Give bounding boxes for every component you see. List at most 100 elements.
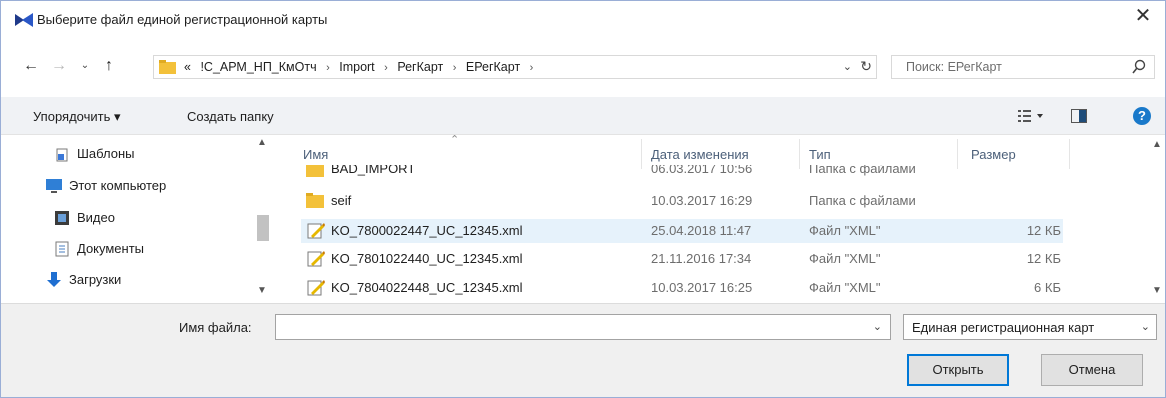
breadcrumb-item[interactable]: ЕРегКарт bbox=[466, 60, 520, 74]
folder-icon bbox=[159, 60, 176, 74]
search-box[interactable]: Поиск: ЕРегКарт bbox=[891, 55, 1155, 79]
file-date: 25.04.2018 11:47 bbox=[651, 223, 752, 238]
navigation-bar: ← → ⌄ ↑ « !С_АРМ_НП_КмОтч › Import › Рег… bbox=[1, 49, 1165, 85]
sidebar-item-label: Документы bbox=[77, 241, 145, 256]
breadcrumb-item[interactable]: !С_АРМ_НП_КмОтч bbox=[200, 60, 316, 74]
breadcrumb-item[interactable]: РегКарт bbox=[397, 60, 443, 74]
view-options-icon[interactable] bbox=[1017, 108, 1045, 124]
file-type: Папка с файлами bbox=[809, 193, 916, 208]
help-icon[interactable]: ? bbox=[1133, 107, 1151, 125]
file-name: KO_7801022440_UC_12345.xml bbox=[331, 251, 523, 266]
chevron-down-icon[interactable]: ⌄ bbox=[843, 60, 852, 73]
chevron-down-icon[interactable]: ⌄ bbox=[873, 320, 882, 333]
column-header-size[interactable]: Размер bbox=[971, 147, 1016, 162]
search-placeholder: Поиск: ЕРегКарт bbox=[906, 60, 1002, 74]
file-name: seif bbox=[331, 193, 352, 208]
column-header-name[interactable]: Имя bbox=[303, 147, 328, 162]
refresh-icon[interactable]: ↻ bbox=[860, 58, 872, 75]
column-header-label: Имя bbox=[303, 147, 329, 162]
file-name: BAD_IMPORT bbox=[331, 165, 416, 176]
file-type: Папка с файлами bbox=[809, 165, 916, 176]
search-icon[interactable] bbox=[1132, 59, 1146, 75]
xml-file-icon bbox=[307, 251, 325, 267]
column-header-type[interactable]: Тип bbox=[809, 147, 831, 162]
video-icon bbox=[55, 210, 69, 225]
open-button[interactable]: Открыть bbox=[907, 354, 1009, 386]
computer-icon bbox=[46, 178, 62, 193]
app-icon bbox=[15, 13, 33, 27]
file-type: Файл "XML" bbox=[809, 223, 881, 238]
file-date: 21.11.2016 17:34 bbox=[651, 251, 752, 266]
file-type: Файл "XML" bbox=[809, 280, 881, 295]
folder-icon bbox=[306, 193, 324, 208]
close-button[interactable]: ✕ bbox=[1121, 1, 1165, 33]
sidebar-item-label: Видео bbox=[77, 210, 115, 225]
file-row[interactable]: BAD_IMPORT 06.03.2017 10:56 Папка с файл… bbox=[301, 165, 1063, 181]
downloads-icon bbox=[47, 271, 61, 287]
breadcrumb-separator[interactable]: › bbox=[384, 62, 388, 74]
sidebar-item-label: Шаблоны bbox=[77, 146, 135, 161]
filename-label: Имя файла: bbox=[179, 320, 252, 335]
sidebar-item-templates[interactable]: Шаблоны bbox=[53, 143, 135, 165]
forward-button[interactable]: → bbox=[49, 55, 69, 77]
breadcrumb-item[interactable]: Import bbox=[339, 60, 374, 74]
templates-icon bbox=[56, 148, 68, 162]
breadcrumb: « !С_АРМ_НП_КмОтч › Import › РегКарт › Е… bbox=[184, 60, 539, 74]
file-date: 10.03.2017 16:25 bbox=[651, 280, 753, 295]
scroll-down-icon[interactable]: ▼ bbox=[257, 285, 267, 296]
scroll-up-icon[interactable]: ▲ bbox=[257, 137, 267, 148]
breadcrumb-separator[interactable]: › bbox=[530, 62, 534, 74]
breadcrumb-separator[interactable]: › bbox=[453, 62, 457, 74]
recent-locations-button[interactable]: ⌄ bbox=[75, 55, 95, 77]
back-button[interactable]: ← bbox=[21, 55, 41, 77]
file-size: 12 КБ bbox=[1026, 223, 1061, 238]
column-header-date[interactable]: Дата изменения bbox=[651, 147, 749, 162]
scroll-up-icon[interactable]: ▲ bbox=[1152, 139, 1162, 150]
file-type-select[interactable]: Единая регистрационная карт ⌄ bbox=[903, 314, 1157, 340]
window-title: Выберите файл единой регистрационной кар… bbox=[37, 12, 328, 27]
new-folder-button[interactable]: Создать папку bbox=[187, 109, 274, 124]
xml-file-icon bbox=[307, 223, 325, 239]
preview-pane-icon[interactable] bbox=[1071, 109, 1087, 123]
sidebar-item-downloads[interactable]: Загрузки bbox=[45, 269, 121, 291]
file-row[interactable]: KO_7804022448_UC_12345.xml 10.03.2017 16… bbox=[301, 276, 1063, 300]
file-size: 6 КБ bbox=[1034, 280, 1061, 295]
command-bar: Упорядочить ▾ Создать папку ? bbox=[1, 97, 1165, 135]
navigation-pane-scrollbar[interactable]: ▲ ▼ bbox=[253, 135, 273, 303]
organize-button[interactable]: Упорядочить ▾ bbox=[33, 109, 121, 125]
chevron-down-icon[interactable]: ⌄ bbox=[1141, 320, 1150, 333]
column-divider[interactable] bbox=[1069, 139, 1070, 169]
up-folder-button[interactable]: ↑ bbox=[99, 55, 119, 77]
file-row[interactable]: KO_7801022440_UC_12345.xml 21.11.2016 17… bbox=[301, 247, 1063, 271]
folder-icon bbox=[306, 165, 324, 177]
sidebar-item-label: Загрузки bbox=[69, 272, 122, 287]
file-type-selected: Единая регистрационная карт bbox=[912, 320, 1095, 335]
sort-ascending-icon: ⌃ bbox=[450, 134, 460, 146]
file-size: 12 КБ bbox=[1026, 251, 1061, 266]
filename-input[interactable]: ⌄ bbox=[275, 314, 891, 340]
sidebar-item-video[interactable]: Видео bbox=[53, 207, 115, 229]
file-date: 06.03.2017 10:56 bbox=[651, 165, 753, 176]
title-bar: Выберите файл единой регистрационной кар… bbox=[1, 1, 1165, 39]
scrollbar-thumb[interactable] bbox=[257, 215, 269, 241]
breadcrumb-overflow[interactable]: « bbox=[184, 60, 191, 74]
file-date: 10.03.2017 16:29 bbox=[651, 193, 753, 208]
file-row[interactable]: seif 10.03.2017 16:29 Папка с файлами bbox=[301, 189, 1063, 213]
file-open-dialog: Выберите файл единой регистрационной кар… bbox=[0, 0, 1166, 398]
documents-icon bbox=[55, 241, 69, 257]
navigation-pane: Шаблоны Этот компьютер Видео Документы З… bbox=[1, 135, 273, 303]
bottom-panel: Имя файла: ⌄ Единая регистрационная карт… bbox=[1, 303, 1165, 397]
address-bar[interactable]: « !С_АРМ_НП_КмОтч › Import › РегКарт › Е… bbox=[153, 55, 877, 79]
scroll-down-icon[interactable]: ▼ bbox=[1152, 285, 1162, 296]
file-name: KO_7800022447_UC_12345.xml bbox=[331, 223, 523, 238]
cancel-button[interactable]: Отмена bbox=[1041, 354, 1143, 386]
file-row[interactable]: KO_7800022447_UC_12345.xml 25.04.2018 11… bbox=[301, 219, 1063, 243]
sidebar-item-documents[interactable]: Документы bbox=[53, 238, 144, 260]
file-list-scrollbar[interactable]: ▲ ▼ bbox=[1149, 135, 1165, 303]
breadcrumb-separator[interactable]: › bbox=[326, 62, 330, 74]
xml-file-icon bbox=[307, 280, 325, 296]
sidebar-item-this-pc[interactable]: Этот компьютер bbox=[45, 175, 166, 197]
sidebar-item-label: Этот компьютер bbox=[69, 178, 167, 193]
file-name: KO_7804022448_UC_12345.xml bbox=[331, 280, 523, 295]
file-list: Имя ⌃ Дата изменения Тип Размер BAD_IMPO… bbox=[273, 134, 1165, 303]
